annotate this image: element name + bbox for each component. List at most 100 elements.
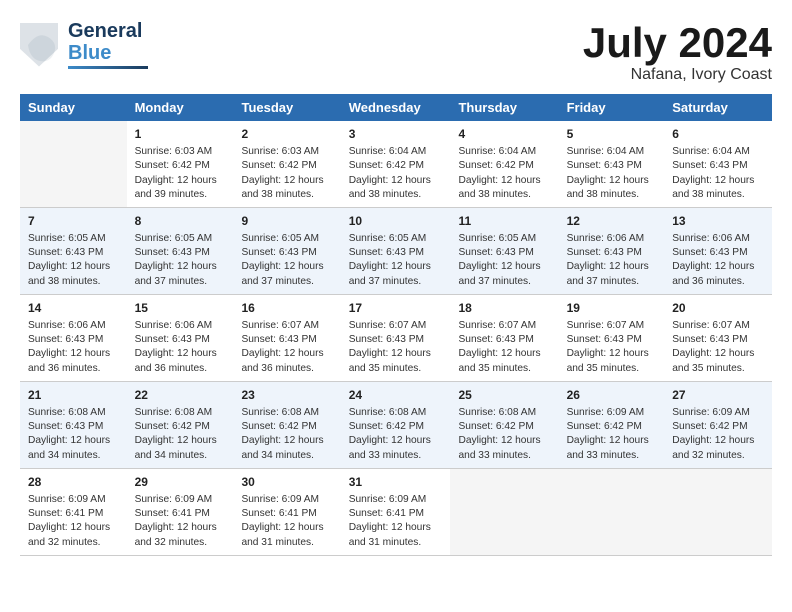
day-number: 8	[135, 213, 226, 230]
day-number: 20	[672, 300, 764, 317]
calendar-row-4: 21 Sunrise: 6:08 AM Sunset: 6:43 PM Dayli…	[20, 381, 772, 468]
calendar-cell: 23 Sunrise: 6:08 AM Sunset: 6:42 PM Dayli…	[233, 381, 340, 468]
day-info: Sunrise: 6:03 AM Sunset: 6:42 PM Dayligh…	[135, 145, 226, 202]
calendar-cell: 17 Sunrise: 6:07 AM Sunset: 6:43 PM Dayli…	[341, 295, 451, 382]
day-info: Sunrise: 6:05 AM Sunset: 6:43 PM Dayligh…	[135, 232, 226, 289]
day-number: 24	[349, 387, 443, 404]
logo: General Blue	[20, 20, 148, 69]
day-info: Sunrise: 6:08 AM Sunset: 6:42 PM Dayligh…	[458, 406, 550, 463]
calendar-row-3: 14 Sunrise: 6:06 AM Sunset: 6:43 PM Dayli…	[20, 295, 772, 382]
calendar-cell: 6Sunrise: 6:04 AM Sunset: 6:43 PM Daylig…	[664, 121, 772, 207]
day-number: 23	[241, 387, 332, 404]
header-row: SundayMondayTuesdayWednesdayThursdayFrid…	[20, 94, 772, 121]
day-number: 13	[672, 213, 764, 230]
column-header-thursday: Thursday	[450, 94, 558, 121]
day-info: Sunrise: 6:04 AM Sunset: 6:42 PM Dayligh…	[458, 145, 550, 202]
calendar-cell: 1 Sunrise: 6:03 AM Sunset: 6:42 PM Daylig…	[127, 121, 234, 207]
day-number: 7	[28, 213, 119, 230]
calendar-cell: 29 Sunrise: 6:09 AM Sunset: 6:41 PM Dayli…	[127, 468, 234, 555]
calendar-cell: 24 Sunrise: 6:08 AM Sunset: 6:42 PM Dayli…	[341, 381, 451, 468]
day-info: Sunrise: 6:04 AM Sunset: 6:43 PM Dayligh…	[672, 145, 764, 202]
calendar-cell: 14 Sunrise: 6:06 AM Sunset: 6:43 PM Dayli…	[20, 295, 127, 382]
day-number: 12	[567, 213, 657, 230]
day-info: Sunrise: 6:07 AM Sunset: 6:43 PM Dayligh…	[349, 319, 443, 376]
day-number: 16	[241, 300, 332, 317]
day-number: 15	[135, 300, 226, 317]
calendar-cell: 3 Sunrise: 6:04 AM Sunset: 6:42 PM Daylig…	[341, 121, 451, 207]
column-header-monday: Monday	[127, 94, 234, 121]
calendar-cell: 25 Sunrise: 6:08 AM Sunset: 6:42 PM Dayli…	[450, 381, 558, 468]
month-title: July 2024	[583, 20, 772, 66]
day-number: 31	[349, 474, 443, 491]
day-info: Sunrise: 6:05 AM Sunset: 6:43 PM Dayligh…	[28, 232, 119, 289]
calendar-table: SundayMondayTuesdayWednesdayThursdayFrid…	[20, 94, 772, 556]
day-number: 3	[349, 126, 443, 143]
day-number: 2	[241, 126, 332, 143]
day-number: 17	[349, 300, 443, 317]
day-number: 30	[241, 474, 332, 491]
day-number: 28	[28, 474, 119, 491]
day-info: Sunrise: 6:04 AM Sunset: 6:43 PM Dayligh…	[567, 145, 657, 202]
calendar-cell: 16Sunrise: 6:07 AM Sunset: 6:43 PM Dayli…	[233, 295, 340, 382]
calendar-cell: 20 Sunrise: 6:07 AM Sunset: 6:43 PM Dayli…	[664, 295, 772, 382]
location: Nafana, Ivory Coast	[583, 66, 772, 84]
calendar-cell: 13 Sunrise: 6:06 AM Sunset: 6:43 PM Dayli…	[664, 208, 772, 295]
day-number: 25	[458, 387, 550, 404]
day-info: Sunrise: 6:08 AM Sunset: 6:42 PM Dayligh…	[241, 406, 332, 463]
day-number: 9	[241, 213, 332, 230]
calendar-cell: 4 Sunrise: 6:04 AM Sunset: 6:42 PM Daylig…	[450, 121, 558, 207]
day-info: Sunrise: 6:03 AM Sunset: 6:42 PM Dayligh…	[241, 145, 332, 202]
calendar-cell: 28 Sunrise: 6:09 AM Sunset: 6:41 PM Dayli…	[20, 468, 127, 555]
calendar-cell	[559, 468, 665, 555]
day-info: Sunrise: 6:06 AM Sunset: 6:43 PM Dayligh…	[567, 232, 657, 289]
day-info: Sunrise: 6:06 AM Sunset: 6:43 PM Dayligh…	[28, 319, 119, 376]
page-header: General Blue July 2024 Nafana, Ivory Coa…	[20, 20, 772, 84]
day-info: Sunrise: 6:06 AM Sunset: 6:43 PM Dayligh…	[672, 232, 764, 289]
day-info: Sunrise: 6:09 AM Sunset: 6:41 PM Dayligh…	[241, 493, 332, 550]
day-info: Sunrise: 6:04 AM Sunset: 6:42 PM Dayligh…	[349, 145, 443, 202]
day-number: 1	[135, 126, 226, 143]
calendar-cell: 12 Sunrise: 6:06 AM Sunset: 6:43 PM Dayli…	[559, 208, 665, 295]
day-info: Sunrise: 6:08 AM Sunset: 6:43 PM Dayligh…	[28, 406, 119, 463]
logo-text-general: General	[68, 20, 142, 42]
day-info: Sunrise: 6:05 AM Sunset: 6:43 PM Dayligh…	[349, 232, 443, 289]
calendar-cell: 2 Sunrise: 6:03 AM Sunset: 6:42 PM Daylig…	[233, 121, 340, 207]
day-info: Sunrise: 6:08 AM Sunset: 6:42 PM Dayligh…	[349, 406, 443, 463]
column-header-saturday: Saturday	[664, 94, 772, 121]
day-number: 14	[28, 300, 119, 317]
calendar-cell: 7 Sunrise: 6:05 AM Sunset: 6:43 PM Daylig…	[20, 208, 127, 295]
calendar-cell: 8 Sunrise: 6:05 AM Sunset: 6:43 PM Daylig…	[127, 208, 234, 295]
calendar-cell: 15 Sunrise: 6:06 AM Sunset: 6:43 PM Dayli…	[127, 295, 234, 382]
calendar-cell: 5 Sunrise: 6:04 AM Sunset: 6:43 PM Daylig…	[559, 121, 665, 207]
column-header-tuesday: Tuesday	[233, 94, 340, 121]
day-info: Sunrise: 6:06 AM Sunset: 6:43 PM Dayligh…	[135, 319, 226, 376]
day-number: 27	[672, 387, 764, 404]
day-number: 22	[135, 387, 226, 404]
day-number: 5	[567, 126, 657, 143]
logo-underline	[68, 66, 148, 69]
day-number: 21	[28, 387, 119, 404]
day-number: 11	[458, 213, 550, 230]
day-number: 26	[567, 387, 657, 404]
day-info: Sunrise: 6:09 AM Sunset: 6:41 PM Dayligh…	[28, 493, 119, 550]
day-info: Sunrise: 6:09 AM Sunset: 6:42 PM Dayligh…	[567, 406, 657, 463]
day-number: 4	[458, 126, 550, 143]
calendar-row-2: 7 Sunrise: 6:05 AM Sunset: 6:43 PM Daylig…	[20, 208, 772, 295]
column-header-wednesday: Wednesday	[341, 94, 451, 121]
day-number: 29	[135, 474, 226, 491]
day-info: Sunrise: 6:09 AM Sunset: 6:41 PM Dayligh…	[135, 493, 226, 550]
day-info: Sunrise: 6:07 AM Sunset: 6:43 PM Dayligh…	[672, 319, 764, 376]
day-info: Sunrise: 6:08 AM Sunset: 6:42 PM Dayligh…	[135, 406, 226, 463]
day-info: Sunrise: 6:07 AM Sunset: 6:43 PM Dayligh…	[458, 319, 550, 376]
calendar-cell: 22 Sunrise: 6:08 AM Sunset: 6:42 PM Dayli…	[127, 381, 234, 468]
calendar-cell: 19Sunrise: 6:07 AM Sunset: 6:43 PM Dayli…	[559, 295, 665, 382]
calendar-cell	[20, 121, 127, 207]
day-info: Sunrise: 6:09 AM Sunset: 6:41 PM Dayligh…	[349, 493, 443, 550]
title-block: July 2024 Nafana, Ivory Coast	[583, 20, 772, 84]
column-header-friday: Friday	[559, 94, 665, 121]
day-number: 10	[349, 213, 443, 230]
calendar-cell: 31 Sunrise: 6:09 AM Sunset: 6:41 PM Dayli…	[341, 468, 451, 555]
logo-text-blue: Blue	[68, 42, 148, 64]
day-info: Sunrise: 6:07 AM Sunset: 6:43 PM Dayligh…	[567, 319, 657, 376]
calendar-cell: 30 Sunrise: 6:09 AM Sunset: 6:41 PM Dayli…	[233, 468, 340, 555]
